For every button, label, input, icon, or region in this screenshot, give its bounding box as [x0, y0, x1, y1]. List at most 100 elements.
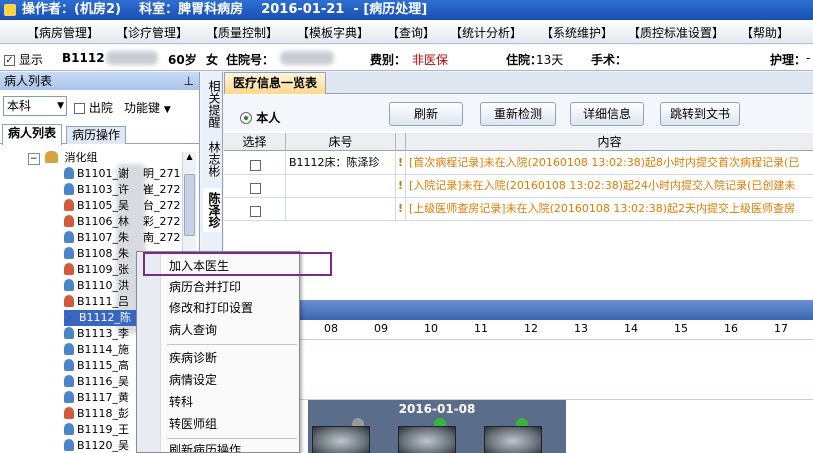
details-button[interactable]: 详细信息: [570, 102, 644, 126]
operator-value: (机房2): [74, 2, 121, 17]
recheck-button[interactable]: 重新检测: [480, 102, 556, 126]
xray-thumbnail[interactable]: [484, 426, 542, 453]
xray-thumbnail[interactable]: [398, 426, 456, 453]
menu-statistics[interactable]: 【统计分析】: [450, 24, 522, 41]
function-key-button[interactable]: 功能键 ▼: [124, 99, 171, 116]
menu-help[interactable]: 【帮助】: [741, 24, 789, 41]
radio-icon[interactable]: [240, 112, 252, 124]
hour-label: 14: [624, 322, 638, 335]
fee-value: 非医保: [412, 53, 449, 67]
row-checkbox[interactable]: [250, 183, 261, 194]
menu-highlight-box: [143, 252, 332, 276]
content-cell[interactable]: [入院记录]未在入院(20160108 13:02:38)起24小时内提交入院记…: [406, 175, 813, 198]
patient-bed-name: B1114_施: [77, 343, 130, 356]
xray-thumbnail[interactable]: [312, 426, 370, 453]
hour-label: 11: [474, 322, 488, 335]
menu-item-disease-diagnosis[interactable]: 疾病诊断: [169, 348, 217, 368]
menu-gutter: [137, 252, 161, 452]
left-tabstrip: 病人列表 病历操作: [0, 124, 199, 145]
patient-list-item[interactable]: B1106_林 彩_272: [64, 214, 199, 230]
content-cell[interactable]: [上级医师查房记录]未在入院(20160108 13:02:38)起2天内提交上…: [406, 198, 813, 221]
discharged-toggle[interactable]: 出院: [74, 99, 113, 116]
current-date: 2016-01-21: [261, 2, 345, 17]
tab-medical-info-overview[interactable]: 医疗信息一览表: [224, 72, 327, 94]
col-content[interactable]: 内容: [406, 133, 813, 151]
patient-bed-name: B1113_李: [77, 327, 130, 340]
male-patient-icon: [64, 375, 74, 387]
menu-quality-control[interactable]: 【质量控制】: [206, 24, 278, 41]
col-bed[interactable]: 床号: [286, 133, 396, 151]
female-patient-icon: [64, 199, 74, 211]
table-row[interactable]: ! [入院记录]未在入院(20160108 13:02:38)起24小时内提交入院…: [224, 175, 813, 198]
patient-list-item[interactable]: B1107_朱 南_272: [64, 230, 199, 246]
show-checkbox[interactable]: [4, 55, 15, 66]
patient-list-item[interactable]: B1103_许 崔_272: [64, 182, 199, 198]
select-cell[interactable]: [224, 198, 286, 221]
patient-info-bar: 显示 B1112 60岁 女 住院号： 费别： 非医保 住院： 13天 手术： …: [0, 45, 813, 71]
table-row[interactable]: B1112床：陈泽珍! [首次病程记录]未在入院(20160108 13:02:3…: [224, 152, 813, 175]
dept-select[interactable]: 本科 ▼: [3, 96, 67, 116]
patient-suffix: 台_272: [143, 199, 181, 212]
stay-value: 13天: [536, 53, 564, 67]
patient-bed-name: B1117_黄: [77, 391, 130, 404]
patient-bed-name: B1119_王: [77, 423, 130, 436]
bed-cell: B1112床：陈泽珍: [286, 152, 396, 175]
menu-item-merge-print[interactable]: 病历合并打印: [169, 277, 241, 297]
hour-label: 15: [674, 322, 688, 335]
menu-item-transfer-dept[interactable]: 转科: [169, 392, 193, 412]
row-checkbox[interactable]: [250, 160, 261, 171]
menu-diagnosis-management[interactable]: 【诊疗管理】: [116, 24, 188, 41]
fee-label: 费别：: [370, 53, 407, 67]
show-toggle[interactable]: 显示: [4, 51, 43, 68]
side-tab-reminders[interactable]: 相关提醒: [203, 76, 221, 132]
female-patient-icon: [64, 263, 74, 275]
patient-suffix: 崔_272: [143, 183, 181, 196]
bed-cell: [286, 198, 396, 221]
menu-item-patient-query[interactable]: 病人查询: [169, 320, 217, 340]
male-patient-icon: [64, 183, 74, 195]
side-tab-patient[interactable]: 陈泽珍: [203, 188, 221, 232]
menu-item-condition-setting[interactable]: 病情设定: [169, 370, 217, 390]
menu-item-transfer-doctor-group[interactable]: 转医师组: [169, 414, 217, 434]
panel-header: 病人列表 ⊥: [0, 72, 199, 90]
patient-bed-name: B1111_吕: [77, 295, 130, 308]
menu-item-edit-print-settings[interactable]: 修改和打印设置: [169, 298, 253, 318]
discharged-checkbox[interactable]: [74, 103, 85, 114]
male-patient-icon: [64, 247, 74, 259]
patient-sex: 女: [206, 53, 219, 67]
imaging-panel: 2016-01-08: [308, 400, 566, 453]
male-patient-icon: [64, 343, 74, 355]
menu-system-maintenance[interactable]: 【系统维护】: [541, 24, 613, 41]
timeline-header: [224, 300, 813, 320]
film-date: 2016-01-08: [398, 402, 476, 416]
menu-template-dictionary[interactable]: 【模板字典】: [297, 24, 369, 41]
warning-icon: !: [396, 152, 406, 175]
menu-item-refresh-operations[interactable]: 刷新病历操作: [169, 440, 241, 452]
pin-icon[interactable]: ⊥: [184, 72, 194, 90]
select-cell[interactable]: [224, 152, 286, 175]
side-tab-doctor[interactable]: 林志彬: [203, 138, 221, 180]
menu-ward-management[interactable]: 【病房管理】: [27, 24, 99, 41]
patient-list-item[interactable]: B1105_吴 台_272: [64, 198, 199, 214]
content-cell[interactable]: [首次病程记录]未在入院(20160108 13:02:38)起8小时内提交首次…: [406, 152, 813, 175]
select-cell[interactable]: [224, 175, 286, 198]
chevron-down-icon[interactable]: ▼: [57, 97, 64, 115]
jump-to-document-button[interactable]: 跳转到文书: [660, 102, 740, 126]
tab-patient-list[interactable]: 病人列表: [2, 124, 63, 145]
patient-bed-name: B1118_彭: [77, 407, 130, 420]
male-patient-icon: [64, 167, 74, 179]
row-checkbox[interactable]: [250, 206, 261, 217]
patient-bed-name: B1115_高: [77, 359, 130, 372]
table-row[interactable]: ! [上级医师查房记录]未在入院(20160108 13:02:38)起2天内提交…: [224, 198, 813, 221]
scroll-up-icon[interactable]: ▲: [183, 152, 196, 164]
menu-qc-standard-settings[interactable]: 【质控标准设置】: [628, 24, 724, 41]
self-radio[interactable]: 本人: [240, 109, 280, 126]
patient-bed-name: B1110_洪: [77, 279, 130, 292]
refresh-button[interactable]: 刷新: [389, 102, 463, 126]
patient-list-item[interactable]: B1101_谢 明_271: [64, 166, 199, 182]
tab-record-operation[interactable]: 病历操作: [66, 126, 127, 144]
tree-group-node[interactable]: − 消化组: [28, 150, 199, 166]
col-select[interactable]: 选择: [224, 133, 286, 151]
collapse-icon[interactable]: −: [28, 153, 40, 165]
menu-query[interactable]: 【查询】: [387, 24, 435, 41]
